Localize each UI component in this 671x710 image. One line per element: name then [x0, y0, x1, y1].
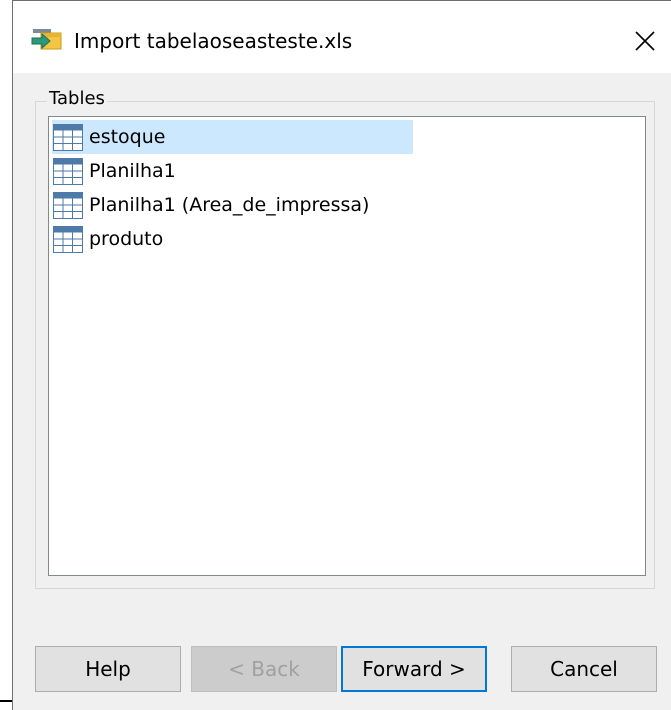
window-title: Import tabelaoseasteste.xls	[74, 29, 353, 53]
table-grid-icon	[53, 124, 83, 151]
import-arrow-folder-icon	[31, 29, 62, 50]
tables-group-label: Tables	[47, 87, 107, 111]
list-item-produto[interactable]: produto	[52, 222, 183, 256]
tables-list[interactable]: estoque Planilha1 Planilha1 (Area_de_imp…	[48, 116, 646, 576]
list-item-estoque[interactable]: estoque	[52, 120, 413, 154]
resize-grip-icon[interactable]	[667, 695, 671, 709]
title-bar[interactable]: Import tabelaoseasteste.xls	[13, 1, 671, 73]
list-item-label: estoque	[89, 126, 166, 148]
cancel-button[interactable]: Cancel	[511, 646, 657, 692]
list-item-label: Planilha1 (Area_de_impressa)	[89, 194, 370, 216]
background-line	[0, 700, 12, 702]
help-button[interactable]: Help	[35, 646, 181, 692]
list-item-label: produto	[89, 228, 164, 250]
forward-button[interactable]: Forward >	[341, 646, 487, 692]
table-grid-icon	[53, 226, 83, 253]
table-grid-icon	[53, 158, 83, 185]
table-grid-icon	[53, 192, 83, 219]
close-icon	[635, 31, 655, 51]
list-item-label: Planilha1	[89, 160, 176, 182]
close-button[interactable]	[625, 21, 665, 61]
back-button[interactable]: < Back	[191, 646, 337, 692]
list-item-planilha1[interactable]: Planilha1	[52, 154, 196, 188]
list-item-planilha1-area-de-impressa[interactable]: Planilha1 (Area_de_impressa)	[52, 188, 389, 222]
import-dialog: Import tabelaoseasteste.xls Tables estoq…	[12, 0, 671, 710]
